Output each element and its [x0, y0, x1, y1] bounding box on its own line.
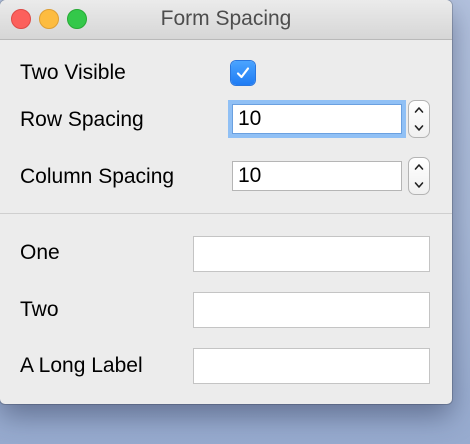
- chevron-down-icon: [414, 125, 424, 131]
- form-separator: [0, 213, 452, 214]
- two-field[interactable]: [193, 292, 430, 328]
- two-visible-checkbox[interactable]: [231, 61, 255, 85]
- two-label: Two: [20, 298, 59, 321]
- row-spacing-increment[interactable]: [409, 101, 429, 119]
- column-spacing-increment[interactable]: [409, 158, 429, 176]
- one-field[interactable]: [193, 236, 430, 272]
- row-spacing-field[interactable]: 10: [232, 104, 402, 134]
- row-spacing-label: Row Spacing: [20, 108, 144, 131]
- one-label: One: [20, 241, 60, 264]
- row-spacing-stepper[interactable]: [408, 100, 430, 138]
- column-spacing-decrement[interactable]: [409, 176, 429, 194]
- chevron-down-icon: [414, 182, 424, 188]
- window-title: Form Spacing: [0, 7, 452, 31]
- long-label-field[interactable]: [193, 348, 430, 384]
- title-bar[interactable]: Form Spacing: [0, 0, 452, 40]
- column-spacing-field[interactable]: 10: [232, 161, 402, 191]
- column-spacing-label: Column Spacing: [20, 165, 175, 188]
- chevron-up-icon: [414, 107, 424, 113]
- chevron-up-icon: [414, 164, 424, 170]
- window-title-text: Form Spacing: [160, 7, 292, 30]
- long-label: A Long Label: [20, 354, 143, 377]
- form-spacing-window: Form Spacing Two Visible Row Spacing 10 …: [0, 0, 452, 404]
- two-visible-label: Two Visible: [20, 61, 126, 84]
- checkmark-icon: [236, 67, 250, 79]
- column-spacing-stepper[interactable]: [408, 157, 430, 195]
- row-spacing-decrement[interactable]: [409, 119, 429, 137]
